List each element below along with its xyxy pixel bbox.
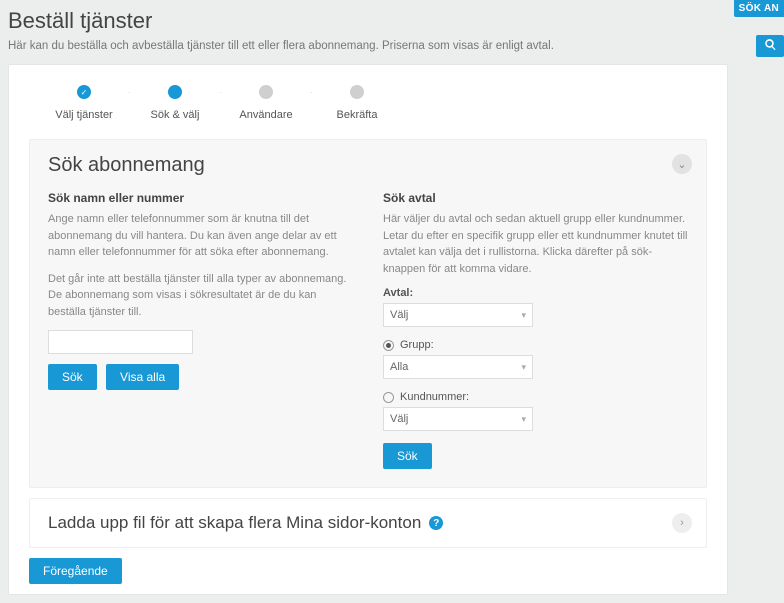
step-label: Välj tjänster xyxy=(55,109,112,121)
search-agreement-column: Sök avtal Här väljer du avtal och sedan … xyxy=(383,191,688,469)
kundnummer-radio-row[interactable]: Kundnummer: xyxy=(383,391,688,403)
step-label: Sök & välj xyxy=(151,109,200,121)
step-dot-icon xyxy=(350,85,364,99)
right-rail-tab[interactable]: SÖK AN xyxy=(734,0,784,17)
chevron-down-icon: ▾ xyxy=(521,362,526,373)
step-label: Bekräfta xyxy=(337,109,378,121)
step-dot-icon xyxy=(259,85,273,99)
expand-toggle[interactable]: › xyxy=(672,513,692,533)
page-title: Beställ tjänster xyxy=(8,8,776,34)
collapse-toggle[interactable]: ⌄ xyxy=(672,154,692,174)
step-3[interactable]: Användare xyxy=(221,85,311,121)
avtal-label: Avtal: xyxy=(383,287,688,299)
agreement-search-button[interactable]: Sök xyxy=(383,443,432,469)
select-value: Alla xyxy=(390,361,408,373)
help-text: Ange namn eller telefonnummer som är knu… xyxy=(48,211,353,261)
select-value: Välj xyxy=(390,309,408,321)
check-icon: ✓ xyxy=(77,85,91,99)
help-text: Det går inte att beställa tjänster till … xyxy=(48,271,353,321)
group-radio-row[interactable]: Grupp: xyxy=(383,339,688,351)
step-dot-icon xyxy=(168,85,182,99)
select-value: Välj xyxy=(390,413,408,425)
stepper: ✓ Välj tjänster Sök & välj Användare Bek… xyxy=(29,85,707,139)
column-heading: Sök avtal xyxy=(383,191,688,205)
section-title: Sök abonnemang xyxy=(48,154,688,177)
radio-label: Grupp: xyxy=(400,339,434,351)
right-rail-search-button[interactable] xyxy=(756,35,784,57)
help-text: Här väljer du avtal och sedan aktuell gr… xyxy=(383,211,688,277)
avtal-select[interactable]: Välj ▾ xyxy=(383,303,533,327)
column-heading: Sök namn eller nummer xyxy=(48,191,353,205)
radio-label: Kundnummer: xyxy=(400,391,469,403)
main-card: ✓ Välj tjänster Sök & välj Användare Bek… xyxy=(8,64,728,595)
previous-button[interactable]: Föregående xyxy=(29,558,122,584)
show-all-button[interactable]: Visa alla xyxy=(106,364,179,390)
search-button[interactable]: Sök xyxy=(48,364,97,390)
chevron-down-icon: ▾ xyxy=(521,310,526,321)
step-label: Användare xyxy=(239,109,292,121)
chevron-down-icon: ⌄ xyxy=(677,158,686,171)
chevron-right-icon: › xyxy=(680,517,684,529)
section-title: Ladda upp fil för att skapa flera Mina s… xyxy=(48,513,421,533)
step-2[interactable]: Sök & välj xyxy=(130,85,220,121)
radio-icon xyxy=(383,340,394,351)
search-input[interactable] xyxy=(48,330,193,354)
search-name-column: Sök namn eller nummer Ange namn eller te… xyxy=(48,191,353,469)
step-1[interactable]: ✓ Välj tjänster xyxy=(39,85,129,121)
search-subscription-section: Sök abonnemang ⌄ Sök namn eller nummer A… xyxy=(29,139,707,488)
chevron-down-icon: ▾ xyxy=(521,414,526,425)
upload-file-section[interactable]: Ladda upp fil för att skapa flera Mina s… xyxy=(29,498,707,548)
search-icon xyxy=(764,38,777,54)
radio-icon xyxy=(383,392,394,403)
kundnummer-select[interactable]: Välj ▾ xyxy=(383,407,533,431)
step-4[interactable]: Bekräfta xyxy=(312,85,402,121)
info-icon: ? xyxy=(429,516,443,530)
group-select[interactable]: Alla ▾ xyxy=(383,355,533,379)
page-subtitle: Här kan du beställa och avbeställa tjäns… xyxy=(8,40,776,52)
